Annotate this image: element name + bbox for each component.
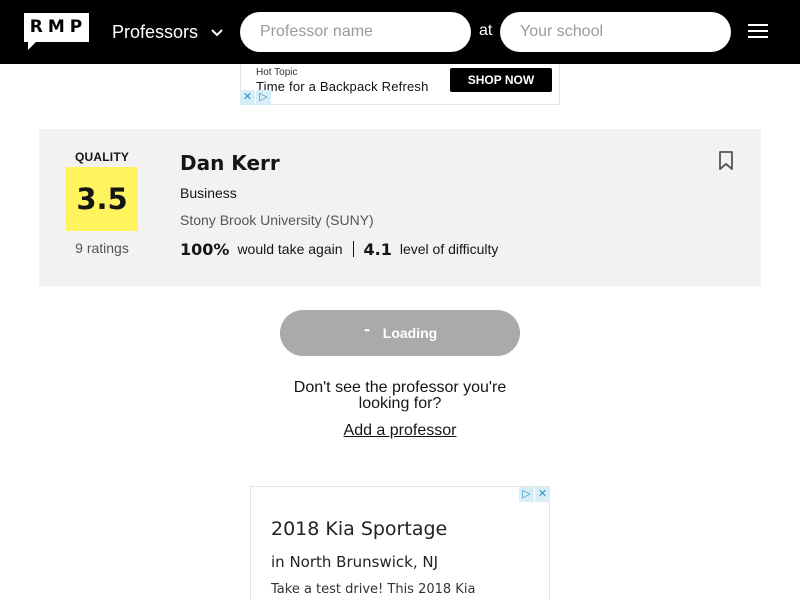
add-professor-link[interactable]: Add a professor: [300, 422, 500, 440]
menu-icon[interactable]: [748, 24, 768, 40]
logo-text: RMP: [24, 13, 89, 42]
bottom-ad-controls: ▷ ✕: [519, 487, 551, 502]
not-found-text: Don't see the professor you're looking f…: [293, 379, 507, 412]
top-ad-banner[interactable]: Hot Topic Time for a Backpack Refresh SH…: [240, 64, 560, 105]
bookmark-icon[interactable]: [718, 151, 734, 171]
ad-subtitle: in North Brunswick, NJ: [271, 553, 438, 571]
ad-brand: Hot Topic: [256, 67, 298, 78]
chevron-down-icon: [211, 29, 223, 37]
difficulty-value: 4.1: [363, 239, 392, 259]
spinner-icon: [362, 329, 371, 337]
site-header: RMP Professors at: [0, 0, 800, 64]
logo-tail: [28, 41, 37, 50]
professor-stats: 100% would take again 4.1 level of diffi…: [180, 239, 498, 259]
would-take-again-value: 100%: [180, 239, 230, 259]
professor-department: Business: [180, 185, 237, 201]
professor-name[interactable]: Dan Kerr: [180, 151, 280, 175]
ad-body: Take a test drive! This 2018 Kia: [271, 582, 476, 597]
quality-score: 3.5: [66, 167, 138, 231]
stat-divider: [352, 241, 354, 257]
search-type-label: Professors: [112, 21, 199, 42]
ad-close-icon[interactable]: ✕: [240, 90, 255, 105]
would-take-again-label: would take again: [237, 241, 343, 257]
shop-now-button[interactable]: SHOP NOW: [450, 68, 552, 92]
loading-button[interactable]: Loading: [280, 310, 520, 356]
adchoices-icon[interactable]: ▷: [519, 487, 534, 502]
difficulty-label: level of difficulty: [399, 241, 499, 257]
ratings-count: 9 ratings: [75, 240, 129, 256]
professor-card[interactable]: QUALITY 3.5 9 ratings Dan Kerr Business …: [39, 129, 761, 286]
search-type-dropdown[interactable]: Professors: [112, 20, 224, 44]
at-label: at: [479, 22, 493, 39]
ad-headline: Time for a Backpack Refresh: [256, 79, 429, 94]
top-ad-controls: ✕ ▷: [240, 90, 272, 105]
ad-close-icon[interactable]: ✕: [535, 487, 550, 502]
adchoices-icon[interactable]: ▷: [256, 90, 271, 105]
rmp-logo[interactable]: RMP: [24, 13, 89, 50]
quality-label: QUALITY: [75, 150, 130, 164]
school-input[interactable]: [500, 12, 731, 52]
bottom-ad[interactable]: ▷ ✕ 2018 Kia Sportage in North Brunswick…: [250, 486, 550, 600]
loading-label: Loading: [382, 325, 438, 341]
professor-name-input[interactable]: [240, 12, 471, 52]
professor-school: Stony Brook University (SUNY): [180, 212, 374, 228]
ad-title: 2018 Kia Sportage: [271, 518, 448, 540]
